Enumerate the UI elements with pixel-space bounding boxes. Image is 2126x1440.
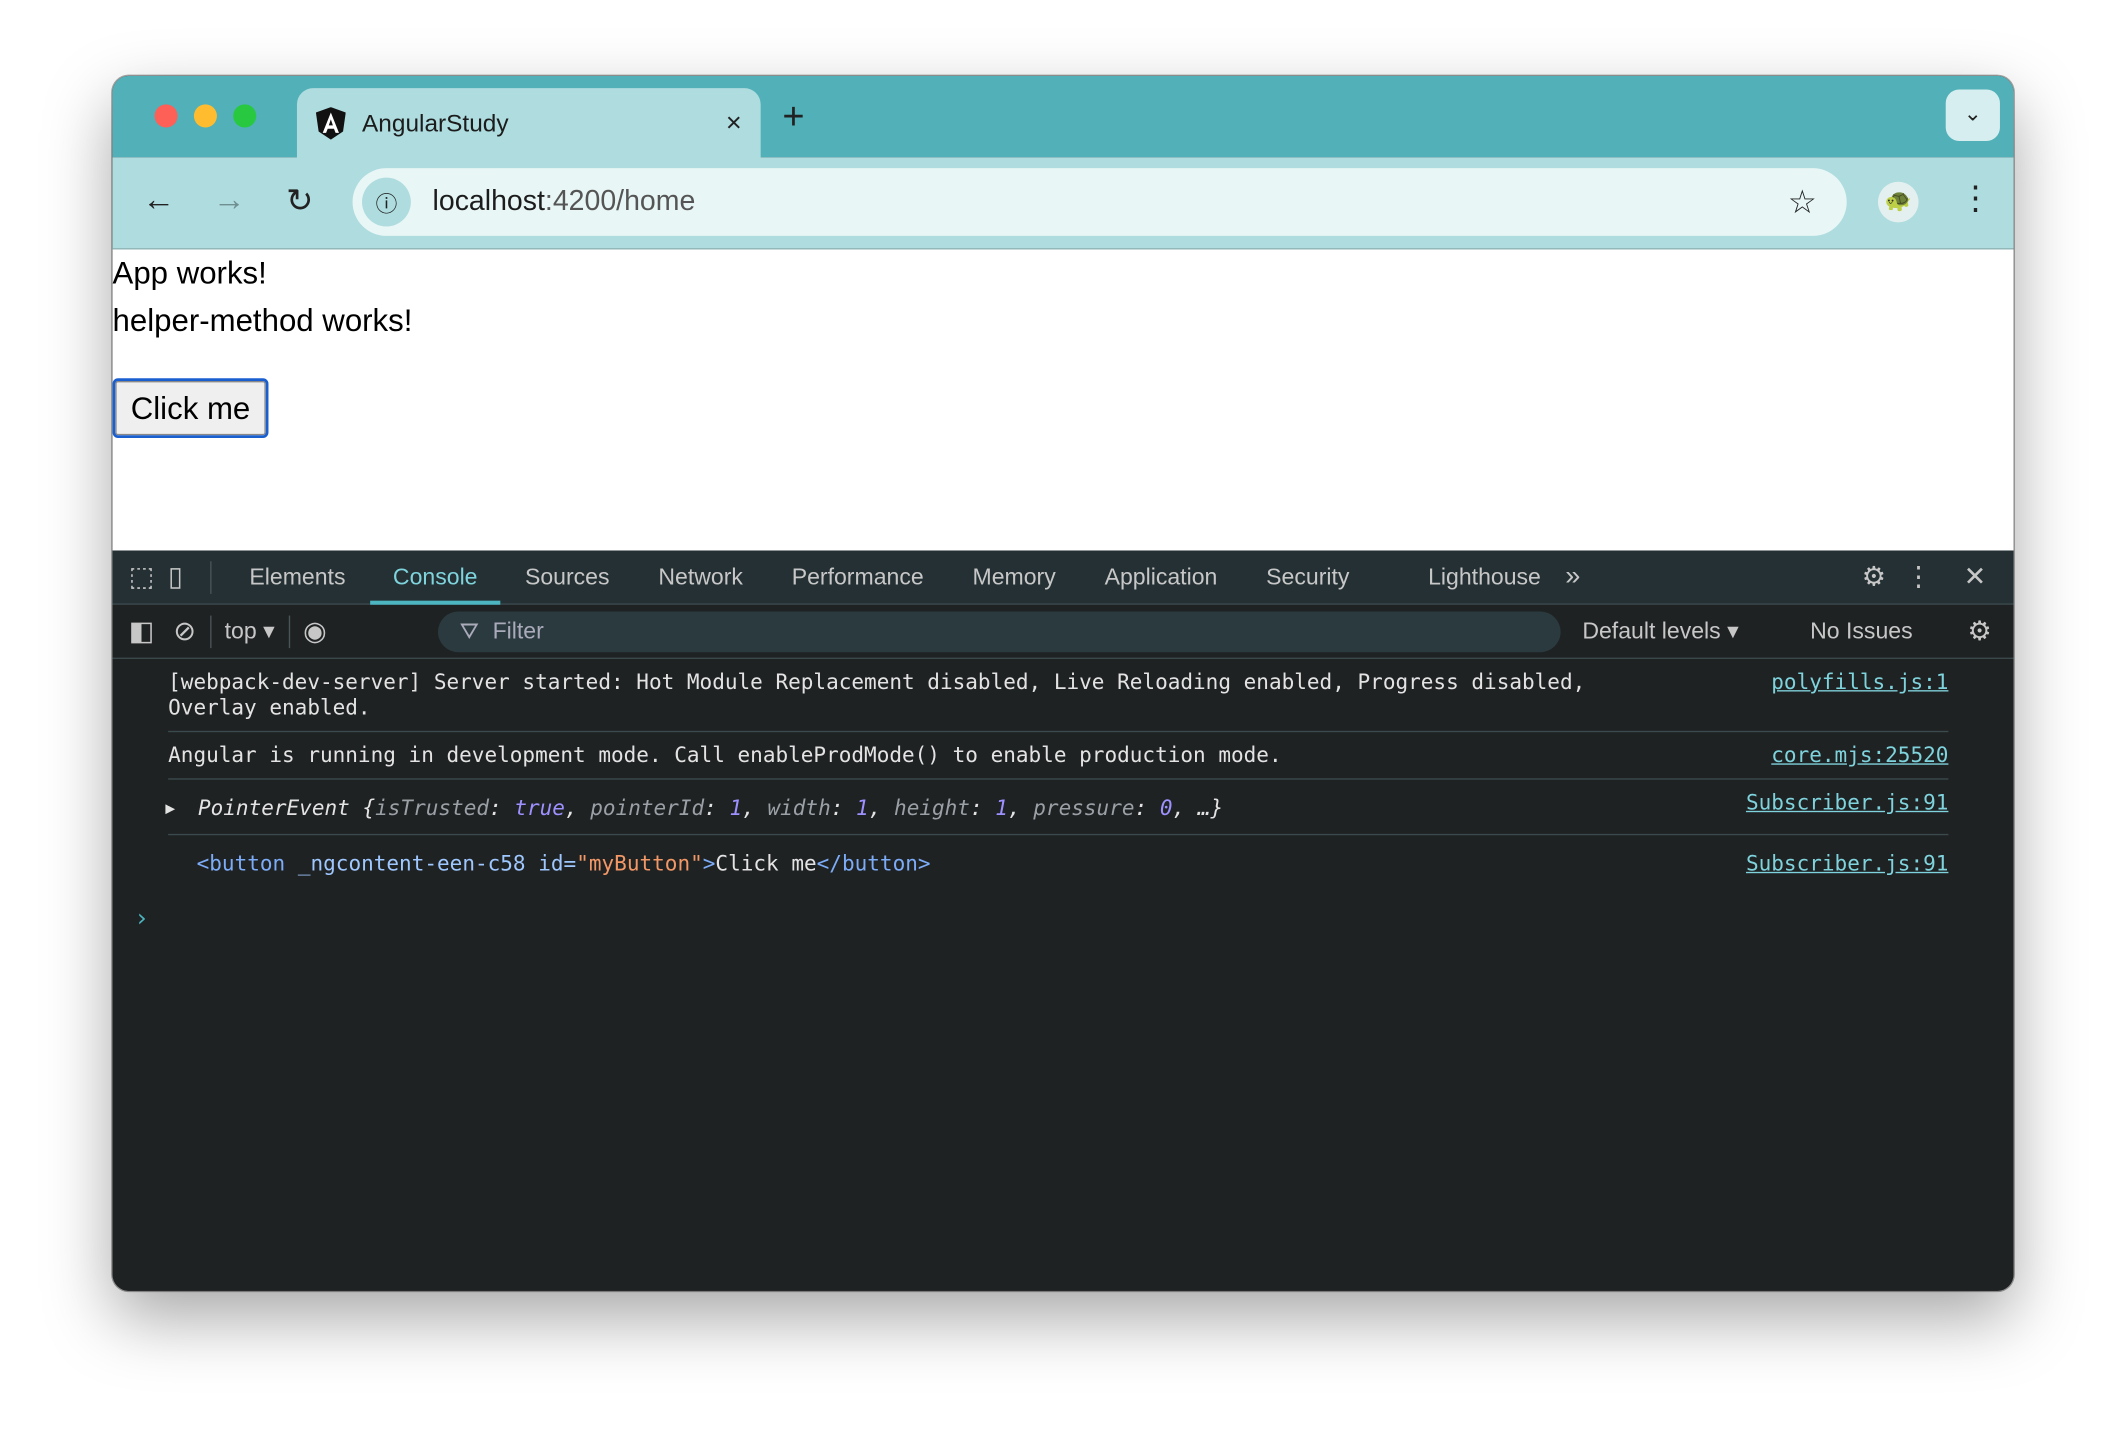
console-prompt-icon[interactable]: ›: [134, 904, 2013, 932]
message-text: Angular is running in development mode. …: [168, 743, 1281, 767]
console-message-element[interactable]: <button _ngcontent-een-c58 id="myButton"…: [168, 835, 1948, 891]
site-info-icon[interactable]: ⓘ: [362, 178, 411, 227]
attr-value: "myButton": [576, 852, 703, 876]
prop-key: height: [894, 796, 970, 820]
console-log-list: [webpack-dev-server] Server started: Hot…: [113, 659, 2014, 933]
minimize-window-button[interactable]: [194, 104, 217, 127]
tag-close: </button>: [817, 852, 931, 876]
back-icon[interactable]: ←: [142, 182, 175, 220]
inspect-element-icon[interactable]: ⬚: [129, 560, 155, 594]
tab-performance[interactable]: Performance: [767, 550, 948, 604]
tag-gt: >: [703, 852, 716, 876]
tab-security[interactable]: Security: [1242, 550, 1374, 604]
prop-key: pressure: [1033, 796, 1134, 820]
console-message: [webpack-dev-server] Server started: Hot…: [168, 659, 1948, 732]
devtools-menu-icon[interactable]: ⋮: [1905, 560, 1932, 594]
new-tab-button[interactable]: +: [782, 95, 804, 138]
close-devtools-icon[interactable]: ✕: [1964, 560, 1987, 594]
helper-method-text: helper-method works!: [113, 297, 2014, 344]
log-levels-dropdown[interactable]: Default levels ▾: [1582, 618, 1738, 645]
prop-key: isTrusted: [375, 796, 489, 820]
tab-search-chevron-icon[interactable]: ⌄: [1946, 89, 2000, 141]
tab-application[interactable]: Application: [1080, 550, 1242, 604]
angular-icon: [316, 107, 346, 140]
tab-bar: AngularStudy × + ⌄: [113, 76, 2014, 157]
maximize-window-button[interactable]: [233, 104, 256, 127]
filter-placeholder: Filter: [493, 618, 544, 645]
url-text[interactable]: localhost:4200/home: [433, 186, 696, 219]
source-link[interactable]: Subscriber.js:91: [1746, 790, 1948, 816]
prop-key: width: [767, 796, 830, 820]
prop-value: 1: [729, 796, 742, 820]
browser-menu-icon[interactable]: ⋮: [1959, 179, 1992, 218]
tab-network[interactable]: Network: [634, 550, 767, 604]
forward-icon[interactable]: →: [213, 182, 246, 220]
browser-toolbar: ← → ↻ ⓘ localhost:4200/home ☆ 🐢 ⋮: [113, 157, 2014, 249]
page-content: App works! helper-method works! Click me: [113, 249, 2014, 550]
tag-open: <button: [197, 852, 286, 876]
click-me-button[interactable]: Click me: [113, 378, 269, 438]
prop-value: 1: [995, 796, 1008, 820]
console-toolbar: ◧ ⊘ top ▾ ◉ ⛛ Filter Default levels ▾ No …: [113, 605, 2014, 659]
object-name: PointerEvent: [198, 796, 350, 820]
settings-gear-icon[interactable]: ⚙: [1862, 560, 1886, 594]
attributes: _ngcontent-een-c58 id=: [285, 852, 576, 876]
expand-triangle-icon[interactable]: ▶: [165, 796, 175, 822]
tab-console[interactable]: Console: [370, 550, 501, 604]
device-toolbar-icon[interactable]: ▯: [168, 560, 183, 594]
tab-memory[interactable]: Memory: [948, 550, 1080, 604]
filter-icon: ⛛: [460, 618, 479, 645]
devtools-panel: ⬚ ▯ Elements Console Sources Network Per…: [113, 550, 2014, 1290]
filter-input[interactable]: ⛛ Filter: [438, 612, 1561, 653]
console-message: Angular is running in development mode. …: [168, 732, 1948, 779]
source-link[interactable]: core.mjs:25520: [1771, 743, 1948, 769]
tab-elements[interactable]: Elements: [225, 550, 370, 604]
prop-value: 0: [1160, 796, 1173, 820]
bookmark-star-icon[interactable]: ☆: [1788, 182, 1817, 221]
profile-avatar[interactable]: 🐢: [1878, 182, 1919, 223]
close-tab-icon[interactable]: ×: [726, 108, 742, 139]
live-expression-eye-icon[interactable]: ◉: [303, 614, 327, 648]
tab-sources[interactable]: Sources: [501, 550, 634, 604]
more-tabs-icon[interactable]: »: [1565, 561, 1580, 592]
prop-value: 1: [856, 796, 869, 820]
source-link[interactable]: Subscriber.js:91: [1746, 852, 1948, 878]
message-text: [webpack-dev-server] Server started: Hot…: [168, 670, 1585, 720]
sidebar-toggle-icon[interactable]: ◧: [129, 614, 155, 648]
clear-console-icon[interactable]: ⊘: [173, 614, 196, 648]
tab-title: AngularStudy: [362, 109, 726, 137]
reload-icon[interactable]: ↻: [286, 182, 313, 221]
prop-key: pointerId: [590, 796, 704, 820]
context-selector[interactable]: top ▾: [225, 618, 275, 645]
prop-value: true: [514, 796, 565, 820]
browser-tab[interactable]: AngularStudy ×: [297, 88, 761, 159]
devtools-tabs: ⬚ ▯ Elements Console Sources Network Per…: [113, 550, 2014, 604]
console-settings-icon[interactable]: ⚙: [1967, 614, 1991, 648]
tab-lighthouse[interactable]: Lighthouse: [1404, 550, 1566, 604]
console-message-object[interactable]: ▶ PointerEvent {isTrusted: true, pointer…: [168, 780, 1948, 836]
app-works-text: App works!: [113, 249, 2014, 296]
address-bar[interactable]: ⓘ localhost:4200/home ☆: [353, 168, 1847, 236]
close-window-button[interactable]: [155, 104, 178, 127]
source-link[interactable]: polyfills.js:1: [1771, 670, 1948, 696]
inner-text: Click me: [715, 852, 816, 876]
browser-window: AngularStudy × + ⌄ ← → ↻ ⓘ localhost:420…: [113, 76, 2014, 1291]
issues-button[interactable]: No Issues: [1810, 618, 1912, 645]
